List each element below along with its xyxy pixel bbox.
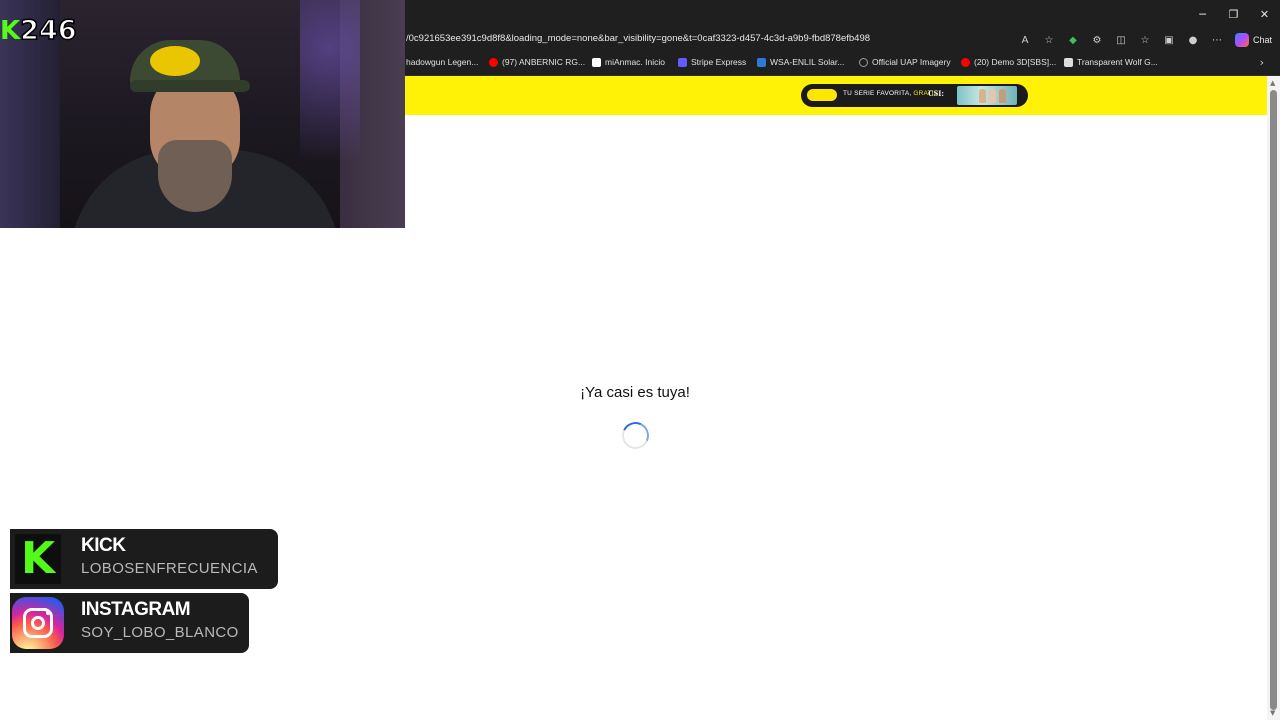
scroll-up-icon[interactable]: ▲: [1270, 79, 1275, 87]
bookmark-item[interactable]: Transparent Wolf G...: [1064, 57, 1158, 67]
minimize-button[interactable]: ─: [1187, 0, 1218, 28]
noaa-icon: [757, 57, 766, 67]
extensions-icon[interactable]: ⚙: [1089, 32, 1105, 48]
social-kick-card: K KICK LOBOSENFRECUENCIA: [10, 529, 278, 589]
cap-logo: [150, 46, 200, 76]
bookmark-item[interactable]: miAnmac. Inicio: [592, 57, 665, 67]
viewer-counter: K 246: [0, 15, 77, 46]
viewer-count: 246: [19, 15, 77, 46]
r-logo-icon: [592, 57, 601, 67]
collections-icon[interactable]: ▣: [1161, 32, 1177, 48]
kick-logo-icon: K: [0, 16, 21, 46]
streamer-beard: [158, 140, 232, 212]
window-controls: ─ ❐ ✕: [1187, 0, 1280, 28]
toolbar-icons: A ☆ ◆ ⚙ ◫ ☆ ▣ ● ⋯ Chat: [1017, 31, 1272, 49]
document-icon: [1064, 57, 1073, 67]
ad-banner: TU SERIE FAVORITA, GRATIS CSI:: [405, 76, 1267, 115]
profile-avatar-icon[interactable]: ●: [1185, 32, 1201, 48]
youtube-icon: [489, 57, 498, 67]
copilot-icon: [1234, 33, 1249, 47]
ad-pill[interactable]: TU SERIE FAVORITA, GRATIS CSI:: [801, 84, 1028, 107]
social-handle: LOBOSENFRECUENCIA: [81, 560, 258, 577]
ad-text: TU SERIE FAVORITA, GRATIS: [843, 90, 939, 97]
favorite-star-icon[interactable]: ☆: [1041, 32, 1057, 48]
close-button[interactable]: ✕: [1249, 0, 1280, 28]
bookmark-item[interactable]: (97) ANBERNIC RG...: [489, 57, 585, 67]
bookmark-item[interactable]: WSA-ENLIL Solar...: [757, 57, 844, 67]
chat-button[interactable]: Chat: [1233, 33, 1272, 47]
read-aloud-icon[interactable]: A: [1017, 32, 1033, 48]
scroll-thumb[interactable]: [1270, 90, 1277, 710]
ad-image: [957, 86, 1017, 105]
social-title: INSTAGRAM: [81, 599, 191, 620]
chat-label: Chat: [1252, 35, 1272, 45]
bookmark-item[interactable]: Stripe Express: [678, 57, 746, 67]
extension-shield-icon[interactable]: ◆: [1065, 32, 1081, 48]
bookmark-item[interactable]: hadowgun Legen...: [406, 57, 478, 67]
globe-icon: [859, 57, 868, 67]
screen: ─ ❐ ✕ /0c921653ee391c9d8f8&loading_mode=…: [0, 0, 1280, 720]
kick-icon: K: [15, 534, 61, 584]
bookmark-item[interactable]: (20) Demo 3D[SBS]...: [961, 57, 1056, 67]
youtube-icon: [961, 57, 970, 67]
social-title: KICK: [81, 535, 126, 556]
scroll-down-icon[interactable]: ▼: [1270, 709, 1275, 717]
bookmark-item[interactable]: Official UAP Imagery: [859, 57, 951, 67]
loading-title: ¡Ya casi es tuya!: [580, 384, 690, 401]
split-screen-icon[interactable]: ◫: [1113, 32, 1129, 48]
stripe-icon: [678, 57, 687, 67]
instagram-icon: [12, 597, 64, 649]
url-field[interactable]: /0c921653ee391c9d8f8&loading_mode=none&b…: [406, 33, 870, 44]
loading-spinner-icon: [618, 418, 653, 453]
restore-button[interactable]: ❐: [1218, 0, 1249, 28]
chevron-right-icon[interactable]: ›: [1260, 56, 1264, 69]
social-instagram-card: INSTAGRAM SOY_LOBO_BLANCO: [10, 593, 249, 653]
social-handle: SOY_LOBO_BLANCO: [81, 624, 239, 641]
ad-brand: CSI:: [928, 89, 945, 98]
ad-logo-icon: [807, 89, 837, 101]
more-menu-icon[interactable]: ⋯: [1209, 32, 1225, 48]
favorites-icon[interactable]: ☆: [1137, 32, 1153, 48]
webcam-overlay: K 246: [0, 0, 405, 228]
